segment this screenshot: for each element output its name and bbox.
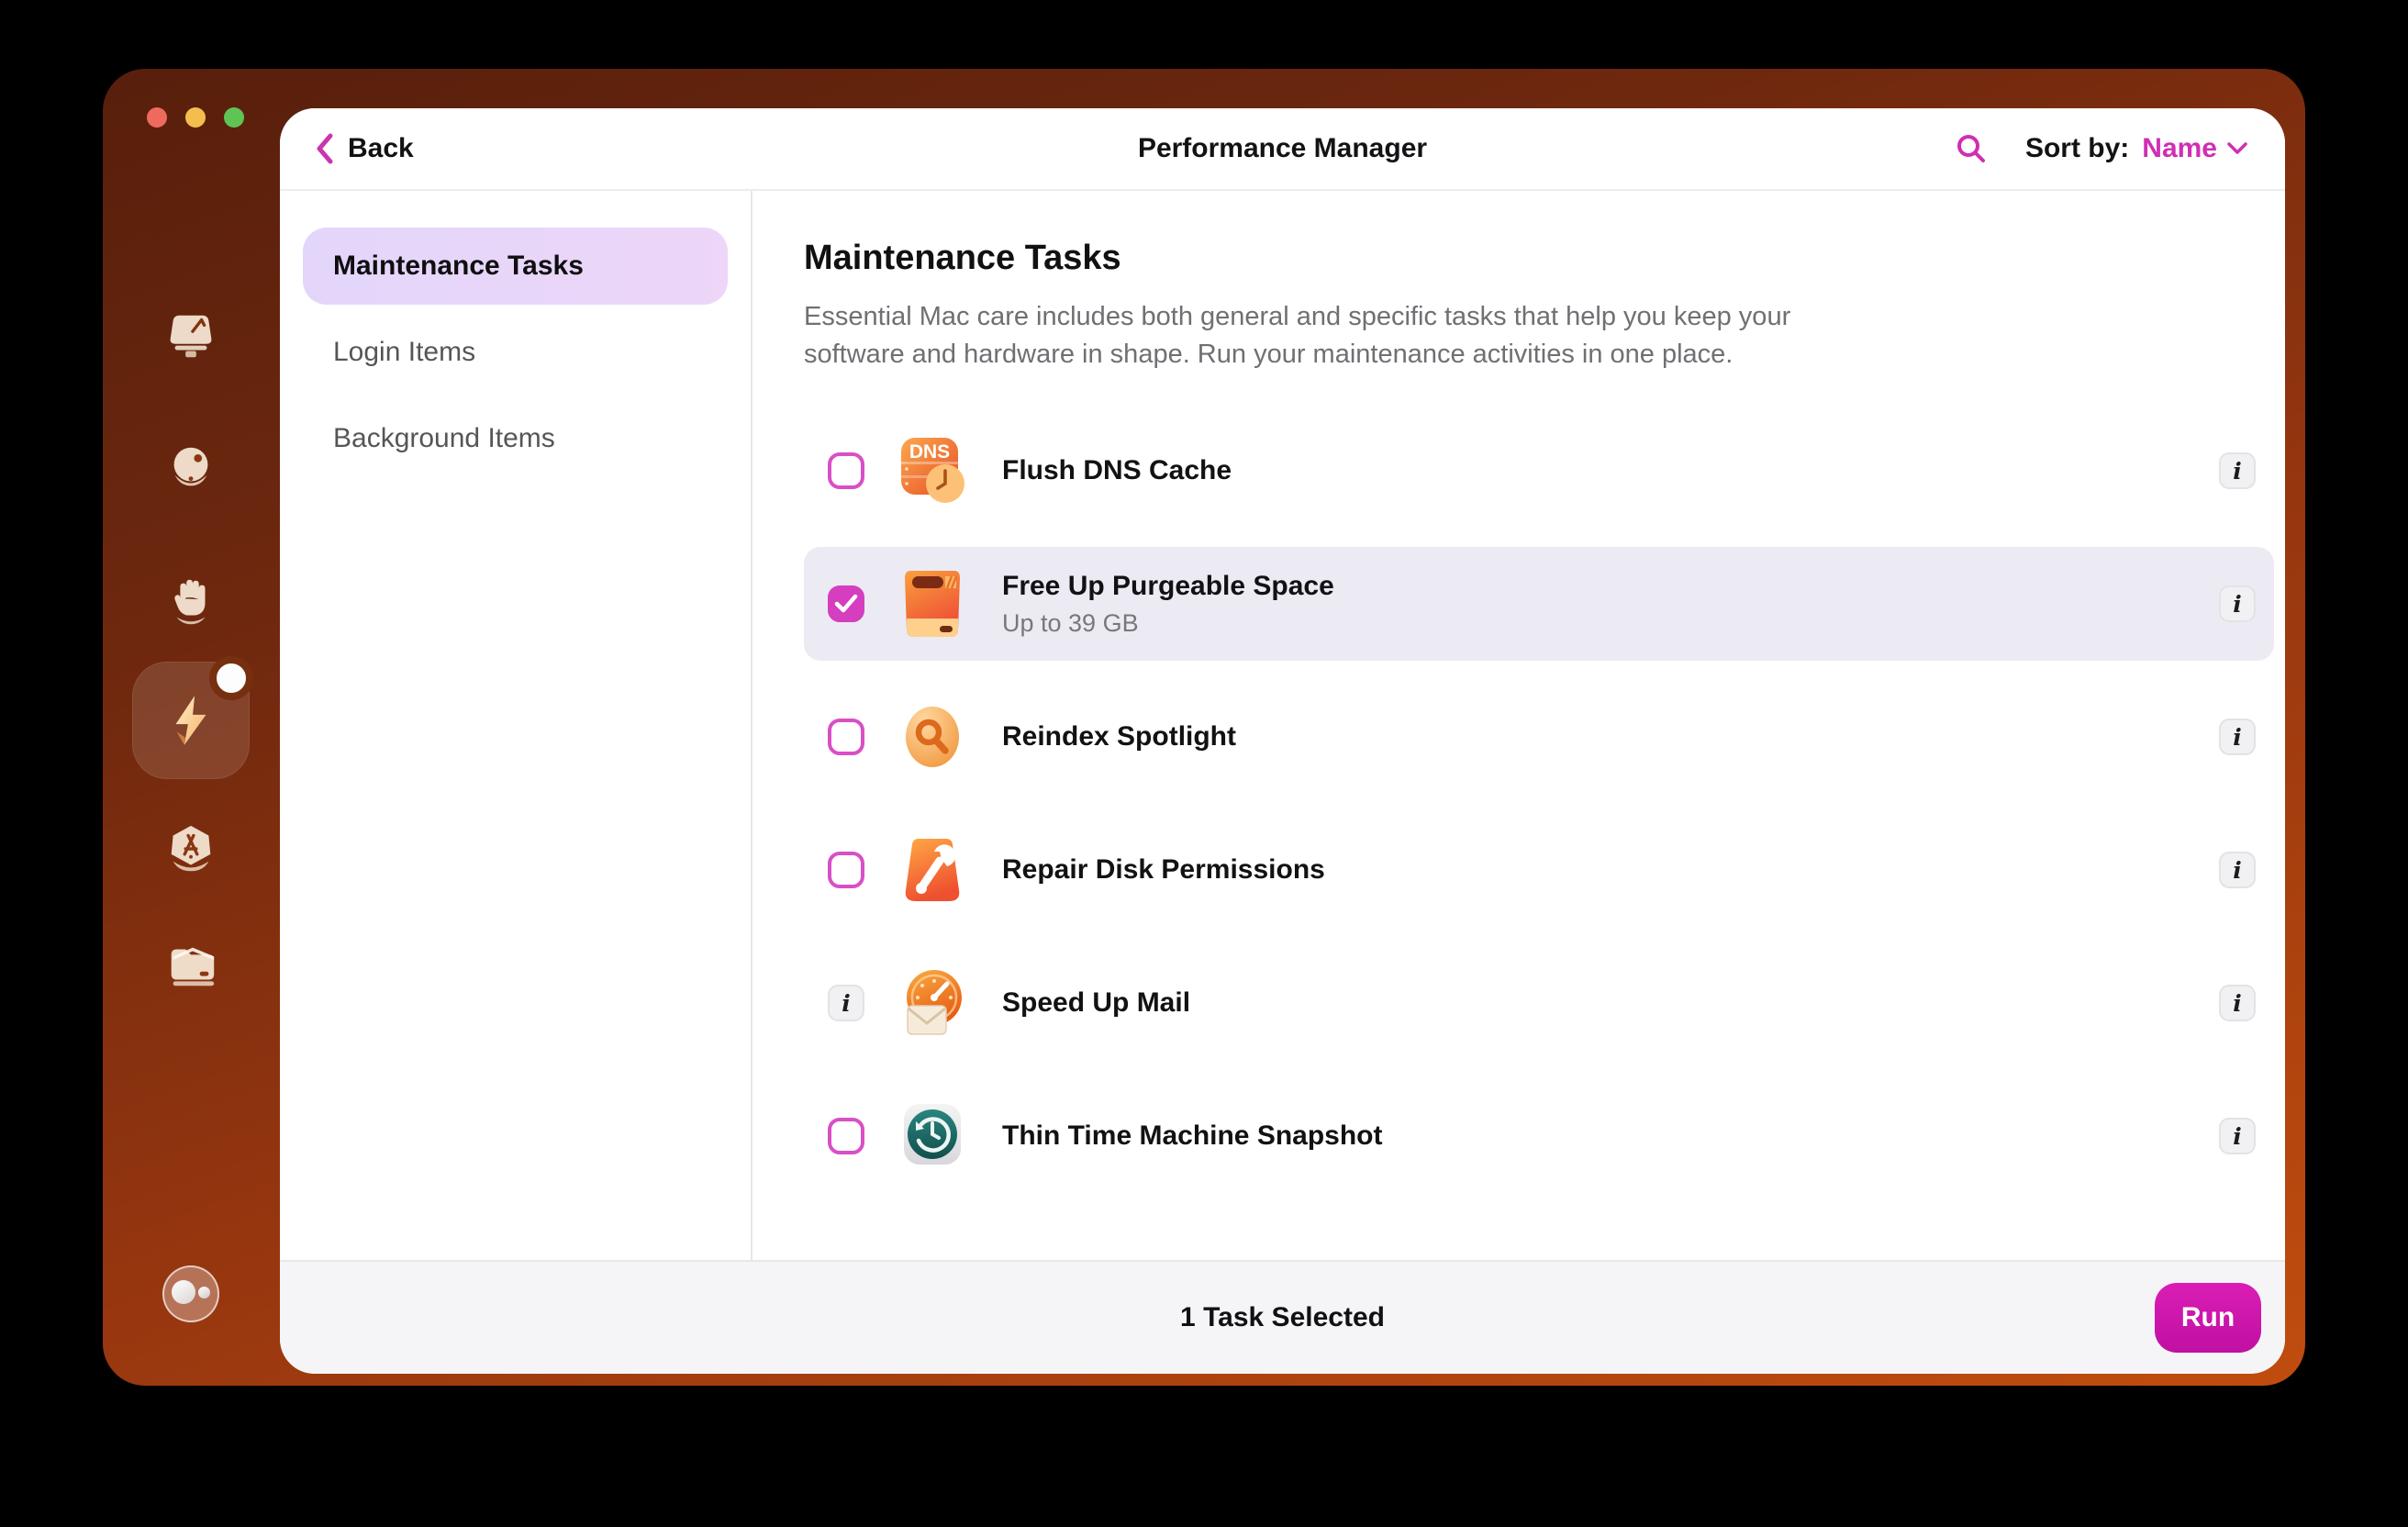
back-label: Back [348, 133, 414, 163]
back-button[interactable]: Back [315, 132, 414, 165]
page-title: Performance Manager [1137, 133, 1428, 163]
task-checkbox[interactable] [828, 852, 864, 888]
sort-dropdown[interactable]: Name [2142, 133, 2248, 164]
task-row: Reindex Spotlight i [804, 680, 2274, 794]
task-checkbox[interactable] [828, 719, 864, 755]
svg-text:DNS: DNS [909, 441, 950, 463]
chevron-down-icon [2227, 142, 2247, 154]
header-bar: Back Performance Manager Sort by: Name [280, 108, 2285, 191]
task-list: DNS Flush DNS Cache i Free Up Purgeable … [804, 414, 2274, 1193]
module-rail [103, 69, 280, 1386]
header-actions: Sort by: Name [1954, 131, 2248, 166]
selection-status: 1 Task Selected [1180, 1302, 1385, 1332]
applications-icon[interactable] [162, 819, 220, 878]
task-row: DNS Flush DNS Cache i [804, 414, 2274, 528]
task-title: Free Up Purgeable Space [1002, 570, 1334, 601]
task-title: Repair Disk Permissions [1002, 854, 1325, 885]
app-window: Back Performance Manager Sort by: Name M… [103, 69, 2305, 1386]
content-body: Maintenance Tasks Login Items Background… [280, 191, 2285, 1262]
task-row: Repair Disk Permissions i [804, 813, 2274, 927]
info-icon[interactable]: i [2219, 1118, 2256, 1154]
nav-item-background-items[interactable]: Background Items [303, 400, 728, 477]
spotlight-icon [894, 698, 971, 775]
screen: Back Performance Manager Sort by: Name M… [0, 0, 2408, 1527]
smart-orb-icon[interactable] [162, 439, 220, 497]
purgeable-space-drive-icon [894, 565, 971, 642]
task-checkbox[interactable] [828, 1118, 864, 1154]
content-sheet: Back Performance Manager Sort by: Name M… [280, 108, 2285, 1374]
task-title: Thin Time Machine Snapshot [1002, 1120, 1383, 1151]
disk-wrench-icon [894, 831, 971, 908]
task-row: Thin Time Machine Snapshot i [804, 1079, 2274, 1193]
avatar-big-dot [172, 1280, 195, 1304]
performance-bolt-icon[interactable] [132, 656, 253, 779]
files-folder-icon[interactable] [162, 934, 220, 993]
nav-item-maintenance-tasks[interactable]: Maintenance Tasks [303, 228, 728, 305]
info-icon[interactable]: i [2219, 585, 2256, 622]
info-icon-left[interactable]: i [828, 985, 864, 1021]
run-button[interactable]: Run [2155, 1283, 2261, 1353]
sort-by-label: Sort by: [2024, 133, 2130, 163]
mail-speedometer-icon [894, 964, 971, 1042]
section-nav: Maintenance Tasks Login Items Background… [280, 191, 752, 1262]
task-checkbox-checked[interactable] [828, 585, 864, 622]
dns-cache-icon: DNS [894, 432, 971, 509]
task-title: Speed Up Mail [1002, 987, 1191, 1018]
task-row-selected: Free Up Purgeable Space Up to 39 GB i [804, 547, 2274, 661]
task-subtitle: Up to 39 GB [1002, 608, 1139, 637]
task-title: Flush DNS Cache [1002, 455, 1232, 485]
footer-bar: 1 Task Selected Run [280, 1260, 2285, 1374]
time-machine-icon [894, 1098, 971, 1175]
task-checkbox[interactable] [828, 452, 864, 489]
info-icon[interactable]: i [2219, 852, 2256, 888]
info-icon[interactable]: i [2219, 985, 2256, 1021]
section-title: Maintenance Tasks [804, 239, 1121, 277]
sort-value: Name [2142, 133, 2217, 163]
tasks-pane: Maintenance Tasks Essential Mac care inc… [752, 191, 2285, 1262]
notification-dot [209, 656, 253, 700]
cleanup-mac-icon[interactable] [162, 306, 220, 364]
info-icon[interactable]: i [2219, 719, 2256, 755]
back-chevron-icon [317, 133, 333, 164]
search-icon[interactable] [1954, 131, 1989, 166]
task-row: i Speed Up Mail i [804, 946, 2274, 1060]
assistant-avatar[interactable] [162, 1265, 219, 1322]
protection-hand-icon[interactable] [162, 572, 220, 630]
info-icon[interactable]: i [2219, 452, 2256, 489]
section-description: Essential Mac care includes both general… [804, 302, 1791, 369]
sort-control: Sort by: Name [2025, 133, 2248, 164]
avatar-small-dot [198, 1287, 210, 1299]
task-title: Reindex Spotlight [1002, 721, 1236, 752]
nav-item-login-items[interactable]: Login Items [303, 314, 728, 391]
